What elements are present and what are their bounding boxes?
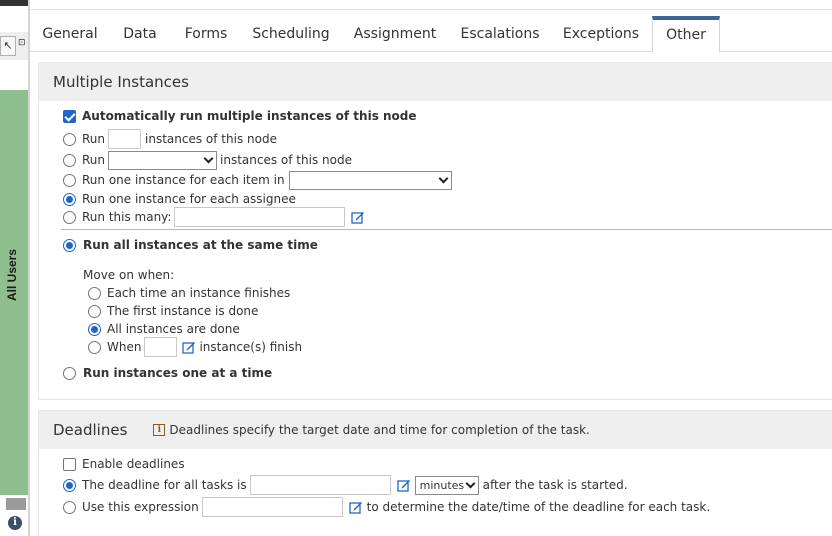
rail-scrollbar[interactable] <box>6 498 26 510</box>
when-label: When <box>107 340 142 354</box>
chevron-down-icon <box>438 173 449 183</box>
run-this-many-radio[interactable] <box>63 210 76 224</box>
options-divider <box>61 229 832 230</box>
auto-run-label: Automatically run multiple instances of … <box>82 109 417 123</box>
deadline-unit-value: minutes <box>419 478 465 492</box>
auto-run-row: Automatically run multiple instances of … <box>63 107 417 125</box>
deadline-all-tasks-label: The deadline for all tasks is <box>82 478 247 492</box>
edit-expression-icon[interactable] <box>351 210 365 224</box>
instances-of-node-label: instances of this node <box>220 153 352 167</box>
top-strip <box>30 0 832 10</box>
each-assignee-radio[interactable] <box>63 192 76 206</box>
chevron-down-icon <box>465 478 476 488</box>
run-label: Run <box>82 132 106 146</box>
deadline-all-tasks-radio[interactable] <box>63 478 76 492</box>
chevron-down-icon <box>203 153 214 163</box>
run-label: Run <box>82 153 106 167</box>
use-expression-row: Use this expression to determine the dat… <box>63 497 711 517</box>
deadline-unit-select[interactable]: minutes <box>414 475 479 495</box>
run-this-many-input[interactable] <box>174 207 346 227</box>
tab-general[interactable]: General <box>32 16 108 52</box>
one-at-a-time-label: Run instances one at a time <box>83 366 273 380</box>
first-done-radio[interactable] <box>88 304 101 318</box>
edit-expression-icon[interactable] <box>396 478 411 492</box>
when-count-input[interactable] <box>144 337 178 357</box>
section-title: Deadlines <box>53 421 128 439</box>
tab-data[interactable]: Data <box>114 16 166 52</box>
deadline-all-tasks-row: The deadline for all tasks is minutes af… <box>63 475 628 495</box>
run-count-input[interactable] <box>108 129 142 149</box>
enable-deadlines-label: Enable deadlines <box>82 457 185 471</box>
deadline-value-input[interactable] <box>249 475 391 495</box>
left-rail: ↖ ⊡ All Users i <box>0 0 28 536</box>
tab-exceptions[interactable]: Exceptions <box>558 16 644 52</box>
each-item-select[interactable] <box>288 170 452 190</box>
to-determine-label: to determine the date/time of the deadli… <box>366 500 711 514</box>
use-expression-radio[interactable] <box>63 500 76 514</box>
deadlines-info-text: Deadlines specify the target date and ti… <box>169 423 590 437</box>
run-all-same-time-row: Run all instances at the same time <box>63 236 318 254</box>
info-icon[interactable]: i <box>8 516 22 530</box>
instances-of-node-label: instances of this node <box>145 132 277 146</box>
tab-scheduling[interactable]: Scheduling <box>248 16 334 52</box>
run-all-same-time-label: Run all instances at the same time <box>83 238 318 252</box>
one-at-a-time-row: Run instances one at a time <box>63 364 272 382</box>
instances-finish-label: instance(s) finish <box>199 340 303 354</box>
run-count-radio[interactable] <box>63 132 76 146</box>
each-item-radio[interactable] <box>63 173 76 187</box>
tab-escalations[interactable]: Escalations <box>456 16 544 52</box>
move-on-when-label: Move on when: <box>83 268 175 282</box>
move-on-when-row: Move on when: <box>83 266 174 284</box>
deadlines-header: Deadlines i Deadlines specify the target… <box>39 411 832 449</box>
use-expression-label: Use this expression <box>82 500 199 514</box>
auto-run-checkbox[interactable] <box>63 109 76 123</box>
tab-assignment[interactable]: Assignment <box>350 16 440 52</box>
tab-other[interactable]: Other <box>652 16 720 53</box>
deadlines-section: Deadlines i Deadlines specify the target… <box>38 410 832 536</box>
run-all-same-time-radio[interactable] <box>63 238 76 252</box>
run-select-row: Run instances of this node <box>63 150 352 170</box>
each-item-label: Run one instance for each item in <box>82 173 285 187</box>
run-count-select[interactable] <box>108 150 218 170</box>
enable-deadlines-checkbox[interactable] <box>63 457 76 471</box>
run-this-many-row: Run this many: <box>63 207 365 227</box>
info-icon: i <box>153 424 166 436</box>
when-radio[interactable] <box>88 340 101 354</box>
each-assignee-label: Run one instance for each assignee <box>82 192 296 206</box>
each-item-row: Run one instance for each item in <box>63 170 452 190</box>
first-done-row: The first instance is done <box>88 302 258 320</box>
all-done-label: All instances are done <box>107 322 240 336</box>
run-count-row: Run instances of this node <box>63 129 277 149</box>
each-assignee-row: Run one instance for each assignee <box>63 190 296 208</box>
each-time-finishes-radio[interactable] <box>88 286 101 300</box>
rail-top-bar <box>0 0 28 6</box>
run-this-many-label: Run this many: <box>82 210 172 224</box>
tab-bar: General Data Forms Scheduling Assignment… <box>30 16 832 53</box>
each-time-finishes-row: Each time an instance finishes <box>88 284 290 302</box>
all-done-row: All instances are done <box>88 320 240 338</box>
edit-expression-icon[interactable] <box>349 500 363 514</box>
rail-divider <box>28 0 30 536</box>
tab-forms[interactable]: Forms <box>176 16 236 52</box>
pin-icon[interactable]: ⊡ <box>18 38 26 48</box>
first-done-label: The first instance is done <box>107 304 259 318</box>
when-row: When instance(s) finish <box>88 337 303 357</box>
cursor-tool-icon[interactable]: ↖ <box>0 36 16 56</box>
enable-deadlines-row: Enable deadlines <box>63 455 185 473</box>
all-done-radio[interactable] <box>88 322 101 336</box>
one-at-a-time-radio[interactable] <box>63 366 76 380</box>
after-started-label: after the task is started. <box>482 478 628 492</box>
each-time-finishes-label: Each time an instance finishes <box>107 286 291 300</box>
run-select-radio[interactable] <box>63 153 76 167</box>
section-title: Multiple Instances <box>39 63 832 101</box>
edit-expression-icon[interactable] <box>182 340 196 354</box>
swimlane-label: All Users <box>5 248 19 302</box>
expression-input[interactable] <box>201 497 343 517</box>
